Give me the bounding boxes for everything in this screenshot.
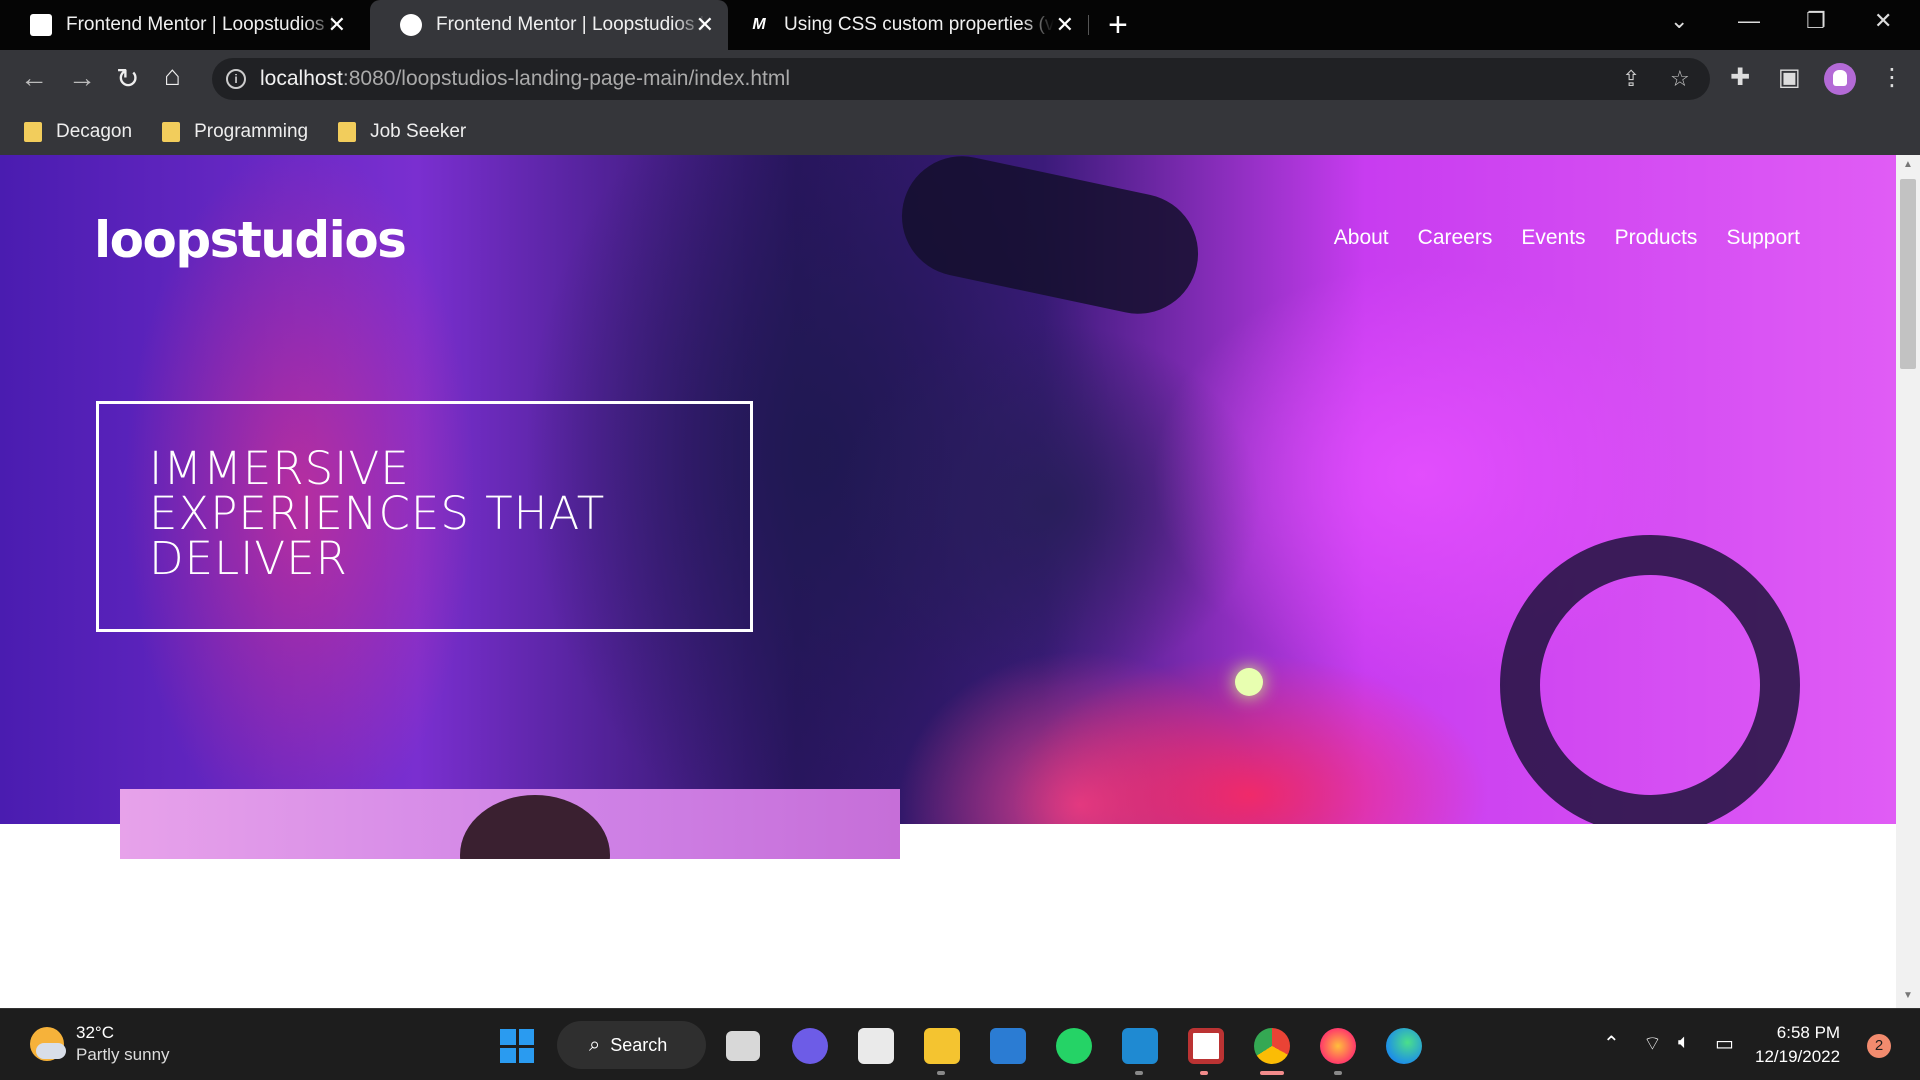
forward-arrow-icon[interactable]: → bbox=[68, 62, 96, 94]
close-icon[interactable]: ✕ bbox=[696, 12, 714, 38]
minimize-icon[interactable]: — bbox=[1738, 8, 1760, 34]
url-path: :8080/loopstudios-landing-page-main/inde… bbox=[342, 67, 791, 90]
window-close-icon[interactable]: ✕ bbox=[1874, 8, 1892, 34]
nav-link-about[interactable]: About bbox=[1334, 226, 1389, 250]
home-icon[interactable]: ⌂ bbox=[164, 60, 181, 92]
profile-avatar[interactable] bbox=[1824, 63, 1856, 95]
weather-description: Partly sunny bbox=[76, 1045, 170, 1064]
edge-icon[interactable] bbox=[1386, 1028, 1422, 1064]
frontend-mentor-favicon-icon bbox=[30, 14, 52, 36]
bookmark-label: Programming bbox=[194, 121, 309, 142]
weather-temperature: 32°C bbox=[76, 1023, 114, 1042]
tab-separator bbox=[1088, 15, 1089, 35]
battery-charging-icon[interactable]: ▭ bbox=[1715, 1031, 1734, 1056]
mail-icon[interactable] bbox=[990, 1028, 1026, 1064]
teams-chat-icon[interactable] bbox=[792, 1028, 828, 1064]
vscode-icon[interactable] bbox=[1122, 1028, 1158, 1064]
tab-search-chevron-icon[interactable]: ⌄ bbox=[1670, 8, 1688, 34]
search-icon: ⌕ bbox=[589, 1033, 601, 1056]
tab-loopstudios-2[interactable]: Frontend Mentor | Loopstudios landing pa… bbox=[370, 0, 728, 50]
bookmark-job-seeker[interactable]: Job Seeker bbox=[338, 121, 466, 143]
frontend-mentor-favicon-icon bbox=[400, 14, 422, 36]
share-icon[interactable]: ⇪ bbox=[1622, 66, 1640, 92]
notification-badge[interactable]: 2 bbox=[1867, 1034, 1891, 1058]
folder-icon bbox=[338, 122, 357, 142]
interactive-vr-image bbox=[120, 789, 900, 859]
bookmarks-bar: Decagon Programming Job Seeker bbox=[0, 112, 472, 152]
folder-icon bbox=[162, 122, 181, 142]
hero-heading-box: IMMERSIVE EXPERIENCES THAT DELIVER bbox=[96, 401, 753, 632]
running-indicator bbox=[1200, 1071, 1208, 1075]
running-indicator bbox=[1135, 1071, 1143, 1075]
page-viewport: loopstudios About Careers Events Product… bbox=[0, 155, 1896, 1008]
folder-icon bbox=[24, 122, 42, 142]
extensions-puzzle-icon[interactable]: ✚ bbox=[1730, 63, 1750, 92]
volume-icon[interactable]: 🔈︎ bbox=[1678, 1031, 1690, 1054]
hero-image-vr-headset bbox=[890, 155, 1210, 325]
running-indicator bbox=[1334, 1071, 1342, 1075]
clock-time: 6:58 PM bbox=[1776, 1023, 1841, 1042]
partly-sunny-icon bbox=[30, 1027, 66, 1061]
wifi-icon[interactable]: ⌔ bbox=[1643, 1031, 1662, 1056]
side-panel-icon[interactable]: ▣ bbox=[1778, 63, 1801, 92]
file-explorer-icon[interactable] bbox=[924, 1028, 960, 1064]
main-nav: About Careers Events Products Support bbox=[1334, 226, 1800, 250]
bookmark-label: Decagon bbox=[56, 121, 133, 142]
nav-link-events[interactable]: Events bbox=[1521, 226, 1585, 250]
tab-css-custom-properties[interactable]: M Using CSS custom properties (variables… bbox=[718, 0, 1088, 50]
new-tab-plus-icon[interactable]: + bbox=[1108, 6, 1128, 45]
reload-icon[interactable]: ↻ bbox=[116, 62, 139, 95]
address-bar[interactable]: i localhost:8080/loopstudios-landing-pag… bbox=[212, 58, 1710, 100]
hero-heading: IMMERSIVE EXPERIENCES THAT DELIVER bbox=[149, 442, 606, 585]
hero-image-controller bbox=[1500, 535, 1800, 824]
windows-taskbar: 32°C Partly sunny ⌕ Search ⌃ ⌔ 🔈︎ ▭ 6:58 … bbox=[0, 1008, 1920, 1080]
taskbar-search[interactable]: ⌕ Search bbox=[557, 1021, 706, 1069]
bookmark-decagon[interactable]: Decagon bbox=[24, 121, 132, 143]
system-clock[interactable]: 6:58 PM 12/19/2022 bbox=[1755, 1021, 1840, 1069]
close-icon[interactable]: ✕ bbox=[328, 12, 346, 38]
hero-section: loopstudios About Careers Events Product… bbox=[0, 155, 1896, 824]
weather-widget[interactable]: 32°C Partly sunny bbox=[30, 1023, 170, 1065]
nav-link-support[interactable]: Support bbox=[1726, 226, 1800, 250]
bookmark-programming[interactable]: Programming bbox=[162, 121, 308, 143]
task-view-icon[interactable] bbox=[726, 1031, 760, 1061]
url-host: localhost bbox=[260, 67, 343, 90]
tab-title: Frontend Mentor | Loopstudios landing pa… bbox=[66, 14, 336, 35]
scroll-down-arrow-icon[interactable]: ▼ bbox=[1903, 990, 1913, 1001]
active-indicator bbox=[1260, 1071, 1284, 1075]
url-text[interactable]: localhost:8080/loopstudios-landing-page-… bbox=[260, 67, 790, 91]
page-scrollbar[interactable]: ▲ ▼ bbox=[1896, 155, 1920, 1008]
bookmark-star-icon[interactable]: ☆ bbox=[1670, 66, 1690, 92]
chrome-icon[interactable] bbox=[1254, 1028, 1290, 1064]
running-indicator bbox=[937, 1071, 945, 1075]
tab-title: Frontend Mentor | Loopstudios landing pa… bbox=[436, 14, 706, 35]
hero-image-light bbox=[1235, 668, 1263, 696]
tab-title: Using CSS custom properties (variables) bbox=[784, 14, 1054, 35]
reader-app-icon[interactable] bbox=[1188, 1028, 1224, 1064]
tab-loopstudios-1[interactable]: Frontend Mentor | Loopstudios landing pa… bbox=[0, 0, 360, 50]
restore-icon[interactable]: ❐ bbox=[1806, 8, 1826, 34]
site-info-icon[interactable]: i bbox=[226, 69, 246, 89]
back-arrow-icon[interactable]: ← bbox=[20, 62, 48, 94]
close-icon[interactable]: ✕ bbox=[1056, 12, 1074, 38]
clock-date: 12/19/2022 bbox=[1755, 1047, 1841, 1066]
scroll-up-arrow-icon[interactable]: ▲ bbox=[1903, 159, 1913, 170]
microsoft-store-icon[interactable] bbox=[858, 1028, 894, 1064]
nav-link-products[interactable]: Products bbox=[1615, 226, 1698, 250]
bookmark-label: Job Seeker bbox=[370, 121, 467, 142]
search-label: Search bbox=[610, 1034, 668, 1055]
start-windows-icon[interactable] bbox=[500, 1029, 534, 1063]
mdn-favicon-icon: M bbox=[752, 16, 766, 33]
whatsapp-icon[interactable] bbox=[1056, 1028, 1092, 1064]
site-logo[interactable]: loopstudios bbox=[94, 211, 407, 269]
nav-link-careers[interactable]: Careers bbox=[1418, 226, 1493, 250]
scrollbar-thumb[interactable] bbox=[1900, 179, 1916, 369]
show-hidden-icons-chevron-icon[interactable]: ⌃ bbox=[1603, 1031, 1620, 1056]
menu-kebab-icon[interactable]: ⋮ bbox=[1880, 63, 1904, 92]
tab-strip: Frontend Mentor | Loopstudios landing pa… bbox=[0, 0, 1920, 50]
firefox-icon[interactable] bbox=[1320, 1028, 1356, 1064]
